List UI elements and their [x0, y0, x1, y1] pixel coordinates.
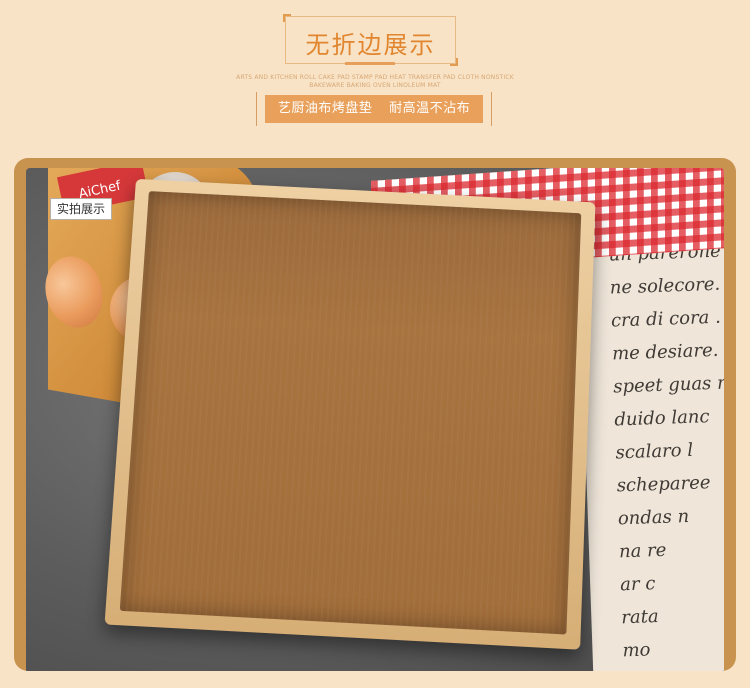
- paper-script-line: rata: [620, 606, 660, 629]
- banner-left-text: 艺厨油布烤盘垫: [277, 101, 373, 116]
- photo-frame: AiChef un parerone lone solecore. Cocra …: [14, 158, 736, 671]
- paper-script-line: scalaro l: [615, 439, 694, 464]
- banner-right-text: 耐高温不沾布: [389, 101, 471, 116]
- baking-mat: [119, 191, 582, 635]
- paper-script-line: speet guas m: [612, 372, 724, 398]
- corner-ornament: [283, 14, 291, 22]
- feature-banner: 艺厨油布烤盘垫 耐高温不沾布: [265, 95, 483, 123]
- english-subtitle: ARTS AND KITCHEN ROLL CAKE PAD STAMP PAD…: [236, 74, 514, 89]
- paper-script-line: cra di cora . n: [610, 306, 724, 332]
- paper-script-line: scheparee: [616, 472, 711, 497]
- title-underline: [345, 62, 395, 65]
- paper-script-line: duido lanc: [614, 406, 710, 431]
- page-title: 无折边展示: [305, 31, 436, 59]
- paper-script-line: ne solecore. Co: [609, 273, 724, 299]
- title-box: 无折边展示: [283, 14, 458, 66]
- paper-script-line: me desiare. B: [611, 339, 724, 365]
- script-paper: un parerone lone solecore. Cocra di cora…: [577, 224, 724, 671]
- baking-pan: [104, 178, 596, 650]
- photo-tag: 实拍展示: [50, 198, 113, 220]
- product-photo: AiChef un parerone lone solecore. Cocra …: [26, 168, 724, 671]
- paper-script-line: na re: [618, 539, 667, 563]
- paper-script-line: ondas n: [617, 505, 690, 530]
- paper-script-line: mo: [622, 639, 651, 662]
- paper-script-line: ar c: [619, 573, 656, 596]
